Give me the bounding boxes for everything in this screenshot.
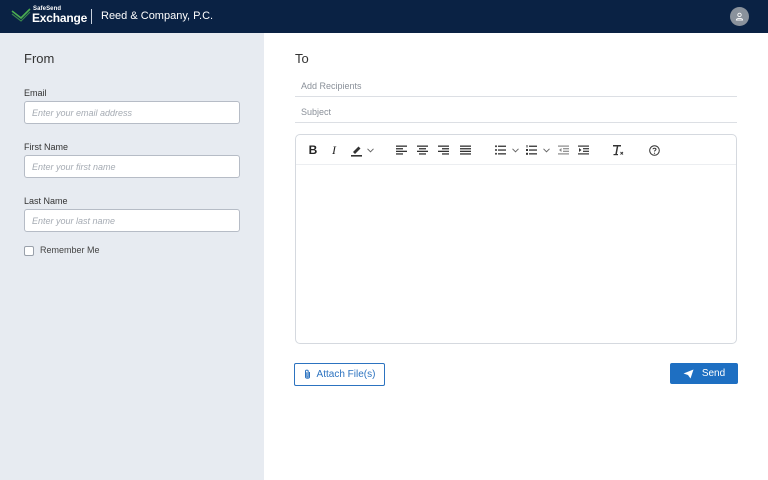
help-icon — [648, 144, 660, 156]
numbered-list-button[interactable] — [525, 143, 537, 157]
last-name-label: Last Name — [24, 196, 68, 206]
numbered-list-dropdown[interactable] — [542, 143, 550, 157]
user-avatar-button[interactable] — [730, 7, 749, 26]
send-button[interactable]: Send — [670, 363, 738, 384]
italic-button[interactable]: I — [329, 143, 339, 157]
first-name-label: First Name — [24, 142, 69, 152]
bold-button[interactable]: B — [307, 143, 319, 157]
top-bar: SafeSend Exchange Reed & Company, P.C. — [0, 0, 768, 33]
italic-icon: I — [332, 142, 336, 157]
highlight-color-dropdown[interactable] — [366, 143, 374, 157]
justify-button[interactable] — [459, 143, 471, 157]
align-right-icon — [437, 145, 449, 155]
to-title: To — [295, 51, 309, 66]
justify-icon — [459, 145, 471, 155]
clear-formatting-icon — [613, 145, 624, 156]
outdent-icon — [557, 145, 569, 155]
paper-plane-icon — [683, 369, 694, 378]
clear-formatting-button[interactable] — [612, 143, 624, 157]
align-left-button[interactable] — [395, 143, 407, 157]
numbered-list-icon — [525, 145, 537, 155]
safesend-logo-icon — [11, 8, 31, 22]
bullet-list-icon — [494, 145, 506, 155]
align-center-icon — [416, 145, 428, 155]
chevron-down-icon — [511, 147, 519, 153]
email-field[interactable] — [24, 101, 240, 124]
remember-me-label[interactable]: Remember Me — [40, 245, 100, 255]
attach-files-button[interactable]: Attach File(s) — [294, 363, 385, 386]
align-left-icon — [395, 145, 407, 155]
header-divider — [91, 9, 92, 24]
user-icon — [735, 12, 744, 21]
indent-icon — [577, 145, 589, 155]
chevron-down-icon — [366, 147, 374, 153]
outdent-button[interactable] — [557, 143, 569, 157]
align-right-button[interactable] — [437, 143, 449, 157]
last-name-field[interactable] — [24, 209, 240, 232]
paperclip-icon — [304, 369, 310, 379]
remember-me-checkbox[interactable] — [24, 246, 34, 256]
company-name: Reed & Company, P.C. — [101, 10, 214, 22]
chevron-down-icon — [542, 147, 550, 153]
from-title: From — [24, 51, 55, 66]
help-button[interactable] — [648, 143, 660, 157]
email-label: Email — [24, 88, 47, 98]
recipients-input[interactable] — [295, 75, 737, 97]
editor-toolbar: B I — [296, 135, 736, 165]
bullet-list-button[interactable] — [494, 143, 506, 157]
message-editor: B I — [295, 134, 737, 344]
subject-input[interactable] — [295, 101, 737, 123]
bold-icon: B — [308, 143, 318, 157]
brand-name: Exchange — [32, 11, 88, 25]
highlight-color-button[interactable] — [349, 143, 363, 157]
highlighter-icon — [350, 146, 362, 157]
attach-files-label: Attach File(s) — [316, 369, 376, 380]
indent-button[interactable] — [577, 143, 589, 157]
first-name-field[interactable] — [24, 155, 240, 178]
editor-body[interactable] — [296, 165, 736, 343]
send-label: Send — [701, 368, 726, 379]
align-center-button[interactable] — [416, 143, 428, 157]
bullet-list-dropdown[interactable] — [511, 143, 519, 157]
